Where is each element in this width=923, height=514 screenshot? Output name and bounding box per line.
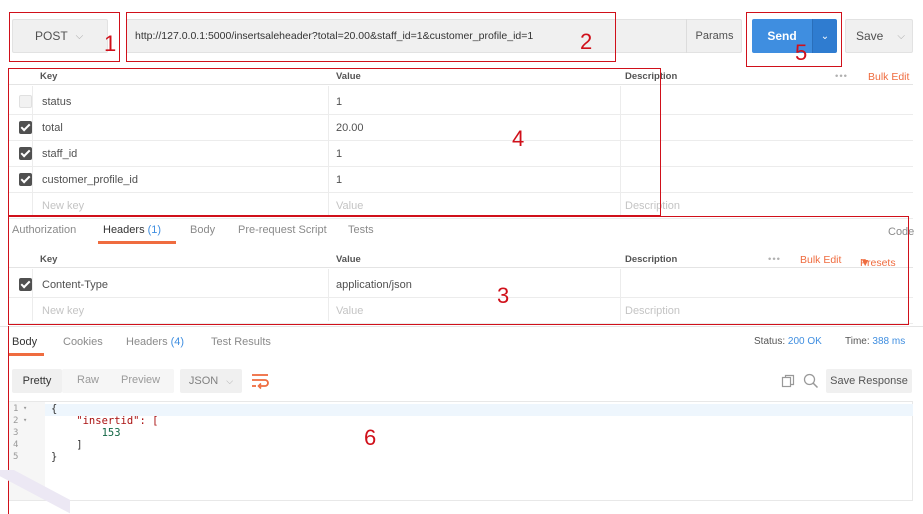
fold-arrow-icon[interactable]: ▾: [23, 416, 27, 424]
time-indicator: Time: 388 ms: [845, 336, 905, 347]
pretty-label: Pretty: [22, 375, 52, 387]
line-number: 5: [13, 452, 19, 462]
save-response-label: Save Response: [830, 375, 908, 387]
status-value: 200 OK: [787, 336, 822, 347]
annotation-label: 2: [580, 29, 593, 54]
watermark-stroke: [0, 470, 70, 514]
annotation-box: [8, 216, 909, 325]
tab-cookies[interactable]: Cookies: [63, 336, 103, 348]
annotation-label: 3: [497, 283, 510, 308]
tab-test-results[interactable]: Test Results: [211, 336, 271, 348]
save-response-button[interactable]: Save Response: [826, 369, 912, 393]
line-number: 1: [13, 404, 19, 414]
pretty-button[interactable]: Pretty: [12, 369, 62, 393]
annotation-label: 1: [104, 31, 117, 56]
active-tab-indicator: [8, 353, 44, 356]
format-label: JSON: [188, 375, 219, 387]
time-value: 388 ms: [872, 336, 906, 347]
raw-button[interactable]: Raw: [77, 374, 99, 386]
tab-response-headers[interactable]: Headers (4): [126, 336, 184, 348]
fold-arrow-icon[interactable]: ▾: [23, 404, 27, 412]
wrap-lines-icon[interactable]: [249, 369, 273, 393]
code-line: ]: [51, 439, 83, 451]
response-editor[interactable]: 1 2 3 4 5 ▾ ▾ { "insertid": [ 153 ] }: [8, 401, 913, 501]
line-number: 2: [13, 416, 19, 426]
response-headers-count: (4): [170, 336, 185, 348]
annotation-box: [8, 68, 661, 216]
annotation-box: [746, 12, 842, 67]
time-label: Time:: [845, 336, 870, 347]
bulk-edit-link[interactable]: Bulk Edit: [868, 71, 909, 83]
params-button[interactable]: Params: [686, 19, 742, 53]
tab-response-body[interactable]: Body: [12, 336, 37, 348]
chevron-down-icon: ⌵: [226, 375, 234, 386]
save-button[interactable]: Save ⌵: [845, 19, 913, 53]
format-dropdown[interactable]: JSON ⌵: [180, 369, 242, 393]
annotation-label: 6: [364, 425, 377, 450]
status-indicator: Status: 200 OK: [754, 336, 822, 347]
annotation-box: [126, 12, 616, 62]
annotation-label: 5: [795, 40, 808, 65]
status-label: Status:: [754, 336, 786, 347]
line-number: 3: [13, 428, 19, 438]
code-line: 153: [51, 427, 121, 439]
params-label: Params: [695, 30, 734, 42]
line-number: 4: [13, 440, 19, 450]
code-line: {: [51, 403, 58, 415]
preview-button[interactable]: Preview: [121, 374, 160, 386]
tab-response-headers-label: Headers: [126, 336, 168, 348]
save-label: Save: [856, 29, 884, 43]
chevron-down-icon: ⌵: [897, 30, 905, 42]
search-icon[interactable]: [802, 372, 820, 390]
copy-icon[interactable]: [780, 373, 796, 389]
more-options-icon[interactable]: •••: [835, 71, 848, 82]
annotation-label: 4: [512, 126, 525, 151]
code-line: }: [51, 451, 58, 463]
code-line: "insertid": [: [51, 415, 159, 427]
